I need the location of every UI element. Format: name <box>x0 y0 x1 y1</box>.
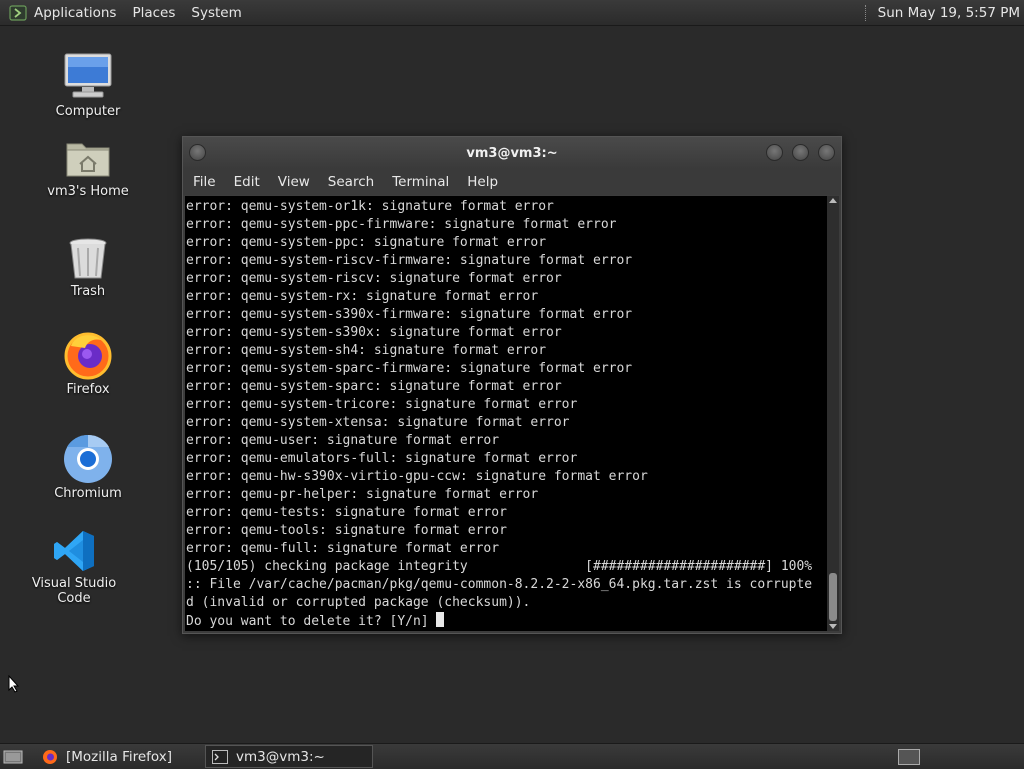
terminal-line: error: qemu-system-ppc-firmware: signatu… <box>186 217 617 232</box>
menu-view[interactable]: View <box>278 174 310 190</box>
clock[interactable]: Sun May 19, 5:57 PM <box>878 5 1020 21</box>
scroll-down-arrow-icon[interactable] <box>829 624 837 629</box>
terminal-window[interactable]: vm3@vm3:~ File Edit View Search Terminal… <box>182 136 842 634</box>
chromium-icon <box>33 426 143 484</box>
trash-icon <box>33 224 143 282</box>
desktop-icon-vscode[interactable]: Visual Studio Code <box>19 516 129 606</box>
terminal-line: :: File /var/cache/pacman/pkg/qemu-commo… <box>186 577 813 592</box>
desktop-icon-chromium[interactable]: Chromium <box>33 426 143 501</box>
terminal-titlebar[interactable]: vm3@vm3:~ <box>183 137 841 169</box>
desktop-icon-home[interactable]: vm3's Home <box>33 124 143 199</box>
desktop-icon-label: Visual Studio Code <box>31 576 117 606</box>
terminal-line: error: qemu-system-sparc: signature form… <box>186 379 562 394</box>
desktop-icon-label: Chromium <box>54 486 122 501</box>
window-title: vm3@vm3:~ <box>466 145 558 161</box>
scrollbar-thumb[interactable] <box>829 573 837 621</box>
top-panel: Applications Places System Sun May 19, 5… <box>0 0 1024 26</box>
terminal-line: error: qemu-system-or1k: signature forma… <box>186 199 554 214</box>
terminal-text: error: qemu-system-or1k: signature forma… <box>185 196 827 631</box>
taskbar-item-label: [Mozilla Firefox] <box>66 748 173 765</box>
home-folder-icon <box>33 124 143 182</box>
terminal-line: error: qemu-pr-helper: signature format … <box>186 487 539 502</box>
mouse-pointer-icon <box>8 674 20 697</box>
terminal-line: error: qemu-tools: signature format erro… <box>186 523 507 538</box>
terminal-prompt: Do you want to delete it? [Y/n] <box>186 612 827 631</box>
maximize-button[interactable] <box>792 144 809 161</box>
vscode-icon <box>19 516 129 574</box>
terminal-line: (105/105) checking package integrity [##… <box>186 559 813 574</box>
firefox-icon <box>42 749 58 765</box>
terminal-line: error: qemu-system-sparc-firmware: signa… <box>186 361 633 376</box>
firefox-icon <box>33 322 143 380</box>
menu-search[interactable]: Search <box>328 174 374 190</box>
terminal-line: error: qemu-system-s390x-firmware: signa… <box>186 307 633 322</box>
terminal-line: error: qemu-emulators-full: signature fo… <box>186 451 578 466</box>
terminal-line: d (invalid or corrupted package (checksu… <box>186 595 531 610</box>
terminal-line: error: qemu-system-xtensa: signature for… <box>186 415 570 430</box>
terminal-line: error: qemu-system-s390x: signature form… <box>186 325 562 340</box>
desktop-icon-computer[interactable]: Computer <box>33 44 143 119</box>
taskbar-item-label: vm3@vm3:~ <box>236 748 325 765</box>
terminal-line: error: qemu-system-riscv-firmware: signa… <box>186 253 633 268</box>
terminal-output[interactable]: error: qemu-system-or1k: signature forma… <box>185 196 827 631</box>
prompt-text: Do you want to delete it? [Y/n] <box>186 614 437 629</box>
desktop-icon-firefox[interactable]: Firefox <box>33 322 143 397</box>
show-desktop-icon[interactable] <box>3 749 23 765</box>
terminal-line: error: qemu-system-tricore: signature fo… <box>186 397 578 412</box>
menu-file[interactable]: File <box>193 174 216 190</box>
desktop-icon-label: Firefox <box>66 382 110 397</box>
menu-system[interactable]: System <box>191 5 241 21</box>
computer-icon <box>33 44 143 102</box>
taskbar-item-terminal[interactable]: vm3@vm3:~ <box>205 745 373 768</box>
terminal-line: error: qemu-system-ppc: signature format… <box>186 235 547 250</box>
minimize-button[interactable] <box>766 144 783 161</box>
workspace-switcher[interactable] <box>898 749 920 765</box>
terminal-line: error: qemu-system-sh4: signature format… <box>186 343 547 358</box>
desktop-icon-label: vm3's Home <box>47 184 129 199</box>
menu-help[interactable]: Help <box>467 174 498 190</box>
desktop-icon-label: Trash <box>70 284 106 299</box>
terminal-line: error: qemu-user: signature format error <box>186 433 500 448</box>
bottom-panel: [Mozilla Firefox] vm3@vm3:~ <box>0 743 1024 769</box>
scroll-up-arrow-icon[interactable] <box>829 198 837 203</box>
menu-places[interactable]: Places <box>132 5 175 21</box>
terminal-line: error: qemu-hw-s390x-virtio-gpu-ccw: sig… <box>186 469 648 484</box>
terminal-line: error: qemu-full: signature format error <box>186 541 500 556</box>
menu-terminal[interactable]: Terminal <box>392 174 449 190</box>
window-menu-button[interactable] <box>189 144 206 161</box>
desktop-icon-trash[interactable]: Trash <box>33 224 143 299</box>
terminal-menubar: File Edit View Search Terminal Help <box>183 169 841 195</box>
menu-applications[interactable]: Applications <box>34 5 116 21</box>
desktop-icon-label: Computer <box>55 104 121 119</box>
taskbar-item-firefox[interactable]: [Mozilla Firefox] <box>35 745 201 768</box>
distro-logo-icon[interactable] <box>8 4 28 22</box>
text-cursor <box>436 612 445 627</box>
terminal-line: error: qemu-tests: signature format erro… <box>186 505 507 520</box>
terminal-scrollbar[interactable] <box>827 196 839 631</box>
terminal-line: error: qemu-system-rx: signature format … <box>186 289 539 304</box>
terminal-line: error: qemu-system-riscv: signature form… <box>186 271 562 286</box>
close-button[interactable] <box>818 144 835 161</box>
panel-separator <box>864 4 868 21</box>
menu-edit[interactable]: Edit <box>234 174 260 190</box>
terminal-icon <box>212 749 228 764</box>
